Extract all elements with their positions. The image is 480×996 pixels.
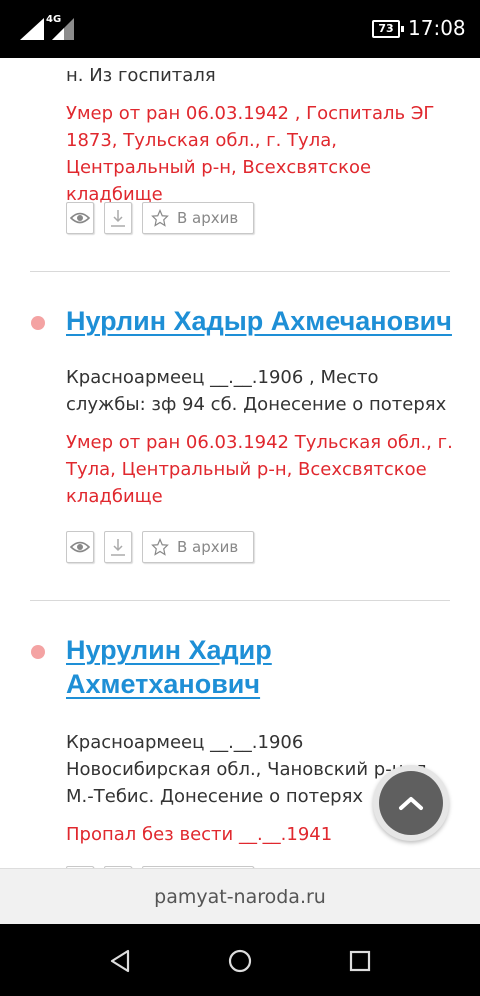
results-list[interactable]: н. Из госпиталя Умер от ран 06.03.1942 ,… xyxy=(0,58,480,868)
chevron-up-icon xyxy=(399,797,423,810)
entry-fate: Умер от ран 06.03.1942 Тульская обл., г.… xyxy=(66,432,453,507)
view-button[interactable] xyxy=(66,531,94,563)
divider xyxy=(30,600,450,601)
browser-url-bar[interactable]: pamyat-naroda.ru xyxy=(0,868,480,924)
clock: 17:08 xyxy=(408,16,466,40)
bullet-marker xyxy=(31,645,45,659)
star-icon xyxy=(151,209,169,227)
navigation-bar xyxy=(0,924,480,996)
archive-button[interactable]: В архив xyxy=(142,202,254,234)
wifi-signal-icon xyxy=(20,18,44,40)
person-name-link[interactable]: Нурулин Хадир Ахметханович xyxy=(66,633,366,701)
entry-fate: Умер от ран 06.03.1942 , Госпиталь ЭГ 18… xyxy=(66,103,435,205)
battery-level: 73 xyxy=(378,22,394,35)
download-icon xyxy=(111,210,125,227)
archive-button[interactable]: В архив xyxy=(142,531,254,563)
url-text: pamyat-naroda.ru xyxy=(154,885,326,908)
download-button[interactable] xyxy=(104,531,132,563)
archive-label: В архив xyxy=(177,209,239,227)
back-icon[interactable] xyxy=(108,948,132,974)
scroll-top-button[interactable] xyxy=(373,765,449,841)
network-type: 4G xyxy=(46,14,62,25)
archive-label: В архив xyxy=(177,538,239,556)
eye-icon xyxy=(70,212,90,224)
bullet-marker xyxy=(31,316,45,330)
download-icon xyxy=(111,539,125,556)
star-icon xyxy=(151,538,169,556)
scroll-top-button-inner xyxy=(379,771,443,835)
battery-indicator: 73 xyxy=(372,20,404,38)
recents-icon[interactable] xyxy=(348,948,372,974)
divider xyxy=(30,271,450,272)
person-name-link[interactable]: Нурлин Хадыр Ахмечанович xyxy=(66,304,466,338)
entry-description: н. Из госпиталя xyxy=(66,65,216,86)
view-button[interactable] xyxy=(66,202,94,234)
status-bar: 4G 73 17:08 xyxy=(0,0,480,58)
home-icon[interactable] xyxy=(227,948,253,974)
eye-icon xyxy=(70,541,90,553)
entry-description: Красноармеец __.__.1906 , Место службы: … xyxy=(66,367,447,415)
download-button[interactable] xyxy=(104,202,132,234)
